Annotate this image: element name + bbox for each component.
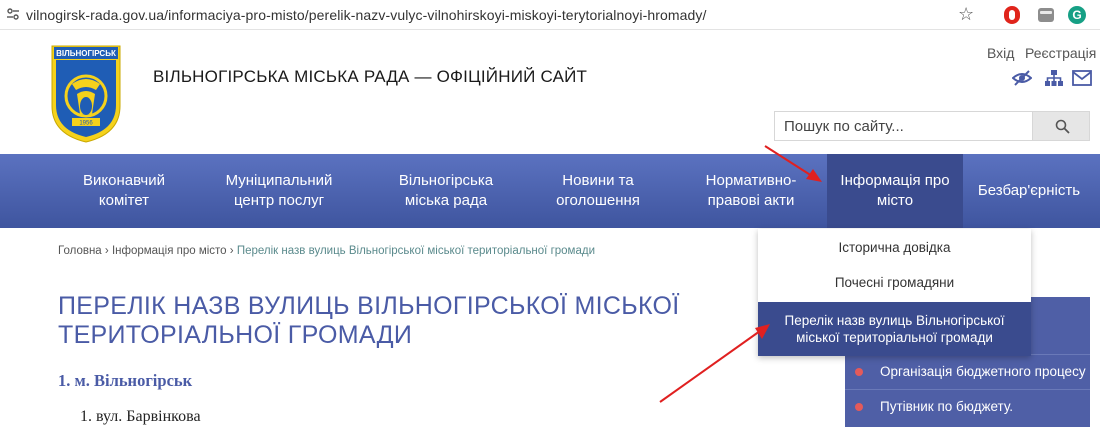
sitemap-icon[interactable]	[1044, 69, 1064, 87]
opera-extension-icon[interactable]	[1004, 6, 1020, 24]
breadcrumb-separator: ›	[104, 245, 109, 257]
breadcrumb-home[interactable]: Головна	[58, 245, 102, 257]
main-navigation: Виконавчий комітет Муніципальний центр п…	[0, 154, 1100, 228]
search-icon	[1055, 119, 1070, 134]
mail-icon[interactable]	[1072, 69, 1092, 87]
nav-item-city-info[interactable]: Інформація про місто	[827, 154, 963, 228]
breadcrumb-separator: ›	[229, 245, 234, 257]
register-link[interactable]: Реєстрація	[1025, 45, 1096, 61]
sidebar-link-budget-process[interactable]: Організація бюджетного процесу	[845, 354, 1090, 389]
nav-item-regulations[interactable]: Нормативно-правові акти	[690, 154, 812, 228]
search-button[interactable]	[1032, 111, 1090, 141]
sidebar-link-label: Путівник по бюджету.	[880, 399, 1014, 414]
nav-item-accessibility[interactable]: Безбар'єрність	[970, 154, 1088, 228]
login-link[interactable]: Вхід	[987, 45, 1014, 61]
breadcrumb-current: Перелік назв вулиць Вільногірської міськ…	[236, 245, 595, 257]
bullet-icon	[855, 368, 863, 376]
section-heading: 1. м. Вільногірськ	[58, 371, 193, 390]
nav-item-executive-committee[interactable]: Виконавчий комітет	[62, 154, 186, 228]
site-info-icon[interactable]	[6, 7, 20, 21]
sidebar-link-label: Організація бюджетного процесу	[880, 364, 1086, 379]
nav-item-city-council[interactable]: Вільногірська міська рада	[384, 154, 508, 228]
search-input[interactable]	[774, 111, 1032, 141]
nav-item-municipal-service-center[interactable]: Муніципальний центр послуг	[212, 154, 346, 228]
breadcrumb: Головна › Інформація про місто › Перелік…	[58, 245, 595, 257]
site-title[interactable]: ВІЛЬНОГІРСЬКА МІСЬКА РАДА — ОФІЦІЙНИЙ СА…	[153, 67, 587, 87]
browser-address-bar[interactable]: vilnogirsk-rada.gov.ua/informaciya-pro-m…	[0, 0, 1100, 30]
dropdown-item-history[interactable]: Історична довідка	[758, 240, 1031, 255]
city-info-dropdown-menu: Історична довідка Почесні громадяни Пере…	[758, 229, 1031, 356]
dropdown-item-honorary-citizens[interactable]: Почесні громадяни	[758, 275, 1031, 290]
sidebar-link-budget-guide[interactable]: Путівник по бюджету.	[845, 389, 1090, 424]
street-list-item: 1. вул. Барвінкова	[80, 408, 201, 425]
city-coat-of-arms-logo[interactable]	[50, 44, 122, 144]
bullet-icon	[855, 403, 863, 411]
breadcrumb-parent[interactable]: Інформація про місто	[112, 245, 227, 257]
bookmark-star-icon[interactable]: ☆	[958, 4, 974, 24]
url-text[interactable]: vilnogirsk-rada.gov.ua/informaciya-pro-m…	[26, 7, 707, 23]
accessibility-eye-icon[interactable]	[1012, 69, 1032, 87]
page-title: ПЕРЕЛІК НАЗВ ВУЛИЦЬ ВІЛЬНОГІРСЬКОЇ МІСЬК…	[58, 292, 680, 349]
dropdown-item-street-names[interactable]: Перелік назв вулиць Вільногірської міськ…	[758, 302, 1031, 356]
grammarly-extension-icon[interactable]: G	[1068, 6, 1086, 24]
nav-item-news[interactable]: Новини та оголошення	[538, 154, 658, 228]
storage-extension-icon[interactable]	[1038, 8, 1054, 22]
